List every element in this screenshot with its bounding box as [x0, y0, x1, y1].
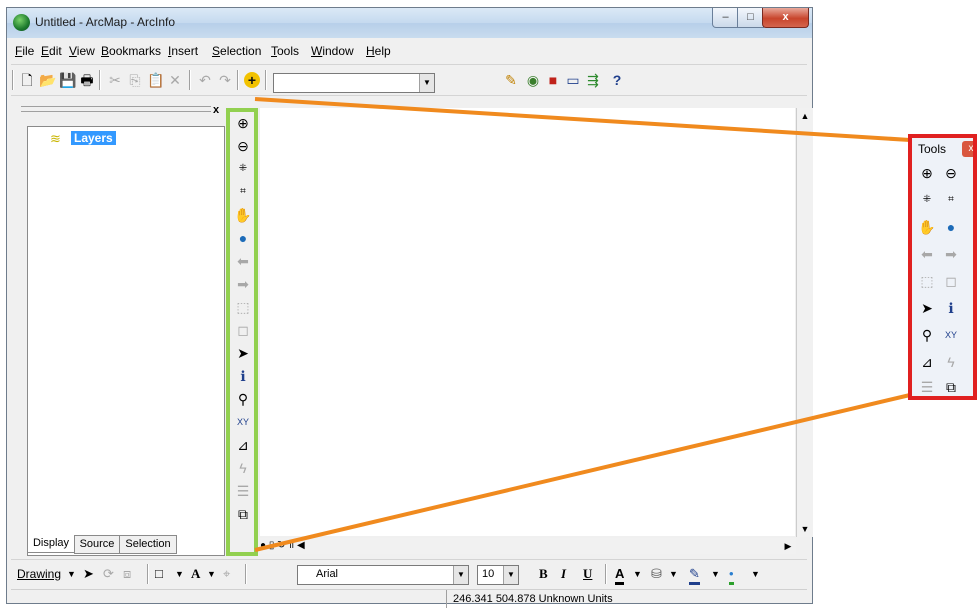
clear-selection-icon[interactable]: ◻ [942, 272, 960, 290]
floating-tools-title: Tools [918, 142, 947, 156]
callout-line-bottom [254, 393, 911, 552]
callout-lines [254, 97, 911, 552]
forward-icon[interactable]: ➡ [942, 245, 960, 263]
fixed-zoom-in-icon[interactable]: ⁜ [918, 191, 936, 209]
zoom-in-icon[interactable]: ⊕ [918, 164, 936, 182]
measure-icon[interactable]: ⊿ [918, 353, 936, 371]
back-icon[interactable]: ⬅ [918, 245, 936, 263]
pan-icon[interactable]: ✋ [918, 218, 936, 236]
find-icon[interactable]: ⚲ [918, 326, 936, 344]
time-slider-icon[interactable]: ⧉ [942, 378, 960, 396]
html-popup-icon[interactable]: ☰ [918, 378, 936, 396]
floating-close-icon[interactable]: x [962, 141, 973, 157]
identify-icon[interactable]: ℹ [942, 299, 960, 317]
full-extent-icon[interactable]: ● [942, 218, 960, 236]
hyperlink-icon[interactable]: ϟ [942, 353, 960, 371]
select-pointer-icon[interactable]: ➤ [918, 299, 936, 317]
zoom-out-icon[interactable]: ⊖ [942, 164, 960, 182]
fixed-zoom-out-icon[interactable]: ⌗ [942, 191, 960, 209]
go-to-xy-icon[interactable]: XY [942, 326, 960, 344]
tools-toolbar-floating: Tools x ⊕ ⊖ ⁜ ⌗ ✋ ● ⬅ ➡ ⬚ ◻ ➤ ℹ ⚲ XY ⊿ ϟ… [908, 134, 977, 400]
callout-line-top [254, 97, 911, 142]
select-elements-icon[interactable]: ⬚ [918, 272, 936, 290]
